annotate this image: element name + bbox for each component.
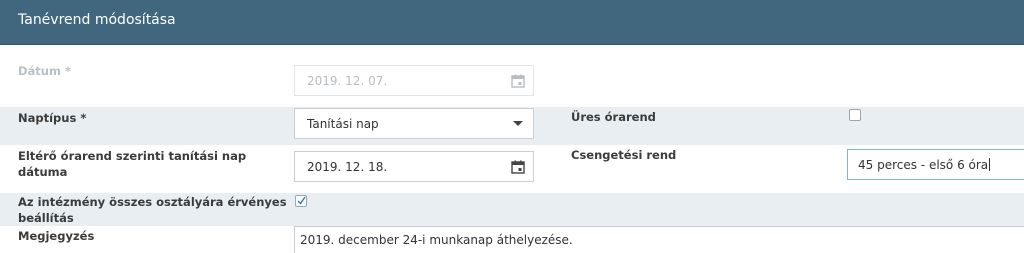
eltero-datum-label-line2: dátuma: [18, 165, 68, 179]
eltero-datum-field[interactable]: 2019. 12. 18.: [294, 151, 534, 182]
ures-orarend-checkbox[interactable]: [849, 109, 861, 121]
row-naptipus: Naptípus * Tanítási nap Üres órarend: [0, 107, 1024, 145]
calendar-icon: [503, 66, 533, 95]
csengetesi-rend-label: Csengetési rend: [571, 148, 677, 162]
row-megjegyzes: Megjegyzés 2019. december 24-i munkanap …: [0, 226, 1024, 253]
datum-label: Dátum *: [18, 64, 71, 78]
caret-down-icon[interactable]: [503, 109, 533, 138]
csengetesi-rend-value: 45 perces - első 6 óra: [858, 158, 991, 172]
naptipus-label: Naptípus *: [18, 111, 87, 125]
eltero-datum-label-line1: Eltérő órarend szerinti tanítási nap: [18, 149, 247, 163]
datum-value: 2019. 12. 07.: [307, 74, 388, 88]
page-title: Tanévrend módosítása: [18, 12, 176, 28]
megjegyzes-value: 2019. december 24-i munkanap áthelyezése…: [300, 233, 573, 247]
datum-field: 2019. 12. 07.: [294, 65, 534, 96]
row-datum: Dátum * 2019. 12. 07.: [0, 45, 1024, 107]
naptipus-value: Tanítási nap: [307, 117, 379, 131]
megjegyzes-textarea[interactable]: 2019. december 24-i munkanap áthelyezése…: [294, 226, 1024, 253]
megjegyzes-label: Megjegyzés: [18, 229, 95, 243]
row-osszes-osztaly: Az intézmény összes osztályára érvényes …: [0, 193, 1024, 226]
osszes-osztaly-label-line2: beállítás: [18, 211, 74, 225]
eltero-datum-value: 2019. 12. 18.: [307, 160, 388, 174]
check-icon: [297, 196, 306, 205]
osszes-osztaly-label-line1: Az intézmény összes osztályára érvényes: [18, 195, 287, 209]
row-eltero-datum: Eltérő órarend szerinti tanítási nap dát…: [0, 145, 1024, 193]
naptipus-select[interactable]: Tanítási nap: [294, 108, 534, 139]
ures-orarend-label: Üres órarend: [571, 110, 656, 124]
osszes-osztaly-checkbox[interactable]: [295, 195, 307, 207]
calendar-icon[interactable]: [503, 152, 533, 181]
csengetesi-rend-input[interactable]: 45 perces - első 6 óra: [847, 149, 1024, 180]
modal-header: Tanévrend módosítása: [0, 0, 1024, 45]
